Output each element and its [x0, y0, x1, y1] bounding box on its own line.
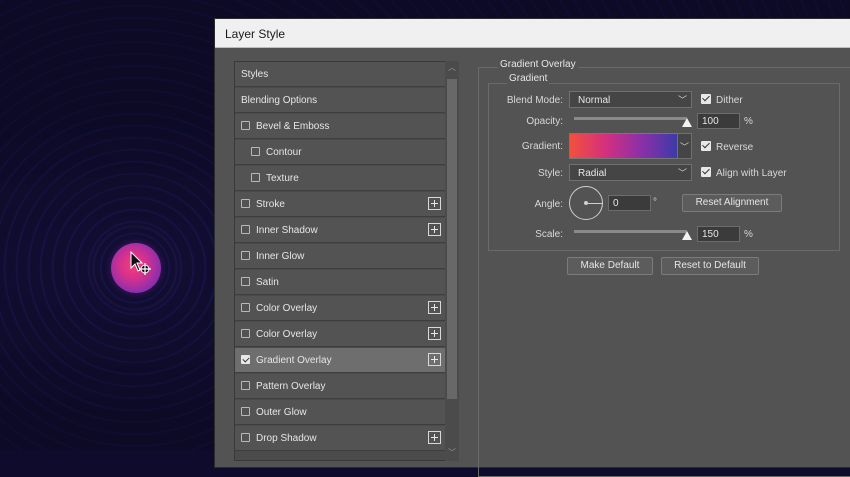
- blend-mode-select[interactable]: Normal ﹀: [569, 91, 692, 108]
- make-default-button[interactable]: Make Default: [567, 257, 653, 275]
- style-item-checkbox[interactable]: [241, 433, 250, 442]
- dither-label: Dither: [716, 95, 743, 106]
- opacity-slider-handle[interactable]: [682, 118, 692, 127]
- angle-dial-center: [584, 201, 588, 205]
- scale-input[interactable]: 150: [697, 226, 740, 242]
- opacity-input[interactable]: 100: [697, 113, 740, 129]
- reset-alignment-button[interactable]: Reset Alignment: [682, 194, 782, 212]
- style-item-bevel-emboss[interactable]: Bevel & Emboss: [235, 114, 445, 139]
- chevron-down-icon: ﹀: [679, 142, 689, 152]
- add-style-plus-icon[interactable]: [428, 431, 441, 444]
- style-item-checkbox[interactable]: [241, 199, 250, 208]
- add-style-plus-icon[interactable]: [428, 327, 441, 340]
- style-item-checkbox[interactable]: [241, 407, 250, 416]
- blend-mode-value: Normal: [578, 95, 611, 106]
- style-item-contour[interactable]: Contour: [235, 140, 445, 165]
- style-value: Radial: [578, 168, 607, 179]
- style-item-checkbox[interactable]: [241, 381, 250, 390]
- style-item-label: Color Overlay: [256, 329, 318, 340]
- move-cursor-icon: [130, 251, 151, 275]
- scale-unit: %: [744, 229, 753, 240]
- scroll-up-icon[interactable]: ︿: [448, 64, 456, 72]
- gradient-overlay-title: Gradient Overlay: [498, 59, 578, 70]
- add-style-plus-icon[interactable]: [428, 353, 441, 366]
- style-item-label: Pattern Overlay: [256, 381, 326, 392]
- style-item-label: Satin: [256, 277, 279, 288]
- chevron-down-icon: ﹀: [677, 168, 687, 178]
- reverse-label: Reverse: [716, 142, 754, 153]
- style-item-color-overlay[interactable]: Color Overlay: [235, 322, 445, 347]
- style-item-checkbox[interactable]: [241, 277, 250, 286]
- layer-style-dialog: Layer Style Styles Blending Options Bevel…: [214, 18, 850, 477]
- gradient-swatch[interactable]: [569, 133, 678, 159]
- opacity-label: Opacity:: [526, 116, 563, 127]
- style-item-checkbox[interactable]: [251, 147, 260, 156]
- scale-slider[interactable]: [574, 230, 687, 233]
- angle-dial[interactable]: [569, 186, 603, 220]
- style-item-checkbox[interactable]: [251, 173, 260, 182]
- style-item-stroke[interactable]: Stroke: [235, 192, 445, 217]
- dither-checkbox[interactable]: [701, 94, 711, 104]
- align-with-layer-label: Align with Layer: [716, 168, 787, 179]
- style-item-outer-glow[interactable]: Outer Glow: [235, 400, 445, 425]
- angle-input[interactable]: 0: [608, 195, 651, 211]
- chevron-down-icon: ﹀: [677, 95, 687, 105]
- align-with-layer-checkbox[interactable]: [701, 167, 711, 177]
- style-label: Style:: [537, 168, 563, 179]
- add-style-plus-icon[interactable]: [428, 197, 441, 210]
- styles-header[interactable]: Styles: [235, 62, 445, 87]
- style-item-label: Contour: [266, 147, 302, 158]
- style-item-drop-shadow[interactable]: Drop Shadow: [235, 426, 445, 451]
- style-item-label: Stroke: [256, 199, 285, 210]
- dialog-titlebar: Layer Style: [215, 19, 850, 48]
- style-item-label: Drop Shadow: [256, 433, 317, 444]
- style-item-label: Texture: [266, 173, 299, 184]
- style-item-color-overlay[interactable]: Color Overlay: [235, 296, 445, 321]
- style-item-checkbox[interactable]: [241, 251, 250, 260]
- gradient-label: Gradient:: [521, 141, 563, 152]
- opacity-slider[interactable]: [574, 117, 687, 120]
- style-item-label: Color Overlay: [256, 303, 318, 314]
- style-item-checkbox[interactable]: [241, 329, 250, 338]
- style-item-satin[interactable]: Satin: [235, 270, 445, 295]
- styles-list: Styles Blending Options Bevel & Emboss Con…: [234, 61, 446, 461]
- style-item-blending-options[interactable]: Blending Options: [235, 88, 445, 113]
- style-item-checkbox[interactable]: [241, 303, 250, 312]
- style-select[interactable]: Radial ﹀: [569, 164, 692, 181]
- style-item-checkbox[interactable]: [241, 225, 250, 234]
- style-item-label: Inner Glow: [256, 251, 305, 262]
- style-item-inner-shadow[interactable]: Inner Shadow: [235, 218, 445, 243]
- scroll-down-icon[interactable]: ﹀: [448, 449, 456, 457]
- scroll-thumb[interactable]: [447, 79, 457, 399]
- reverse-checkbox[interactable]: [701, 141, 711, 151]
- reset-to-default-button[interactable]: Reset to Default: [661, 257, 759, 275]
- style-item-checkbox[interactable]: [241, 355, 250, 364]
- style-item-label: Gradient Overlay: [256, 355, 332, 366]
- style-item-gradient-overlay[interactable]: Gradient Overlay: [235, 348, 445, 373]
- style-item-label: Outer Glow: [256, 407, 307, 418]
- style-item-pattern-overlay[interactable]: Pattern Overlay: [235, 374, 445, 399]
- style-item-label: Inner Shadow: [256, 225, 318, 236]
- style-item-label: Blending Options: [241, 95, 318, 106]
- add-style-plus-icon[interactable]: [428, 223, 441, 236]
- style-item-inner-glow[interactable]: Inner Glow: [235, 244, 445, 269]
- style-item-texture[interactable]: Texture: [235, 166, 445, 191]
- styles-header-label: Styles: [241, 69, 269, 80]
- scale-label: Scale:: [535, 229, 563, 240]
- styles-scrollbar[interactable]: ︿ ﹀: [445, 61, 459, 461]
- dialog-title: Layer Style: [225, 27, 286, 41]
- gradient-subgroup-title: Gradient: [507, 73, 550, 84]
- scale-slider-handle[interactable]: [682, 231, 692, 240]
- style-item-checkbox[interactable]: [241, 121, 250, 130]
- angle-unit: °: [653, 197, 657, 208]
- add-style-plus-icon[interactable]: [428, 301, 441, 314]
- style-item-label: Bevel & Emboss: [256, 121, 330, 132]
- blend-mode-label: Blend Mode:: [506, 95, 563, 106]
- gradient-picker-dropdown[interactable]: ﹀: [677, 133, 692, 159]
- angle-label: Angle:: [534, 199, 563, 210]
- opacity-unit: %: [744, 116, 753, 127]
- angle-dial-hand: [587, 203, 603, 204]
